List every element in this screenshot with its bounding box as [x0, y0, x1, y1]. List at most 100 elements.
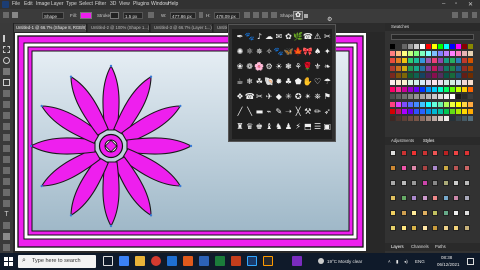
shape-option[interactable]: ✦: [322, 47, 332, 57]
color-swatch[interactable]: [426, 80, 431, 85]
eyedropper-tool-icon[interactable]: [3, 101, 10, 108]
color-swatch[interactable]: [414, 65, 419, 71]
color-swatch[interactable]: [408, 116, 413, 121]
style-preset[interactable]: [453, 165, 459, 171]
shape-option[interactable]: ❃: [284, 62, 294, 72]
color-swatch[interactable]: [468, 51, 473, 57]
color-swatch[interactable]: [414, 94, 419, 100]
shape-option[interactable]: ⬟: [293, 77, 303, 87]
color-swatch[interactable]: [390, 108, 395, 114]
color-swatch[interactable]: [456, 58, 461, 64]
share-icon[interactable]: [472, 12, 477, 18]
color-swatch[interactable]: [414, 108, 419, 114]
style-preset[interactable]: [432, 180, 438, 186]
shape-option[interactable]: ☘: [254, 77, 264, 87]
shape-option[interactable]: ☕: [235, 77, 245, 87]
color-swatch[interactable]: [444, 94, 449, 100]
color-swatch[interactable]: [396, 101, 401, 107]
shape-option[interactable]: 🐾: [274, 47, 284, 57]
color-swatch[interactable]: [450, 65, 455, 71]
color-swatch[interactable]: [396, 44, 401, 49]
shape-option[interactable]: ╲: [245, 107, 255, 117]
shape-option[interactable]: ⬒: [303, 122, 313, 132]
volume-icon[interactable]: ◂): [404, 259, 408, 265]
color-swatch[interactable]: [462, 108, 467, 114]
weather-text[interactable]: 19°C Mostly clear: [327, 259, 362, 264]
healing-brush-tool-icon[interactable]: [3, 112, 10, 119]
color-swatch[interactable]: [432, 116, 437, 121]
color-swatch[interactable]: [408, 87, 413, 93]
style-preset[interactable]: [400, 150, 407, 156]
color-swatch[interactable]: [456, 65, 461, 71]
color-swatch[interactable]: [450, 80, 455, 85]
color-swatch[interactable]: [468, 101, 473, 107]
history-brush-tool-icon[interactable]: [3, 145, 10, 152]
color-swatch[interactable]: [450, 116, 455, 121]
fill-swatch[interactable]: [80, 12, 92, 19]
move-tool-icon[interactable]: [3, 35, 12, 42]
color-swatch[interactable]: [432, 44, 437, 49]
tab-styles[interactable]: Styles: [423, 138, 434, 143]
tab-untitled-1[interactable]: Untitled-1 @ 66.7% (Shape 8, RGB/8) *: [13, 24, 87, 32]
maximize-icon[interactable]: ▫: [455, 1, 457, 7]
color-swatch[interactable]: [450, 87, 455, 93]
shape-option[interactable]: ✏: [313, 107, 323, 117]
color-swatch[interactable]: [408, 58, 413, 64]
color-swatch[interactable]: [390, 51, 395, 57]
style-preset[interactable]: [463, 195, 470, 201]
lasso-tool-icon[interactable]: [3, 57, 10, 64]
menu-view[interactable]: View: [119, 1, 130, 7]
shape-option[interactable]: ▬: [254, 107, 264, 117]
style-preset[interactable]: [453, 150, 459, 156]
tab-untitled-4[interactable]: Untitled-4 @ 66.7%: [214, 24, 228, 32]
color-swatch[interactable]: [468, 58, 473, 64]
color-swatch[interactable]: [402, 116, 407, 121]
shape-preview[interactable]: ✿: [293, 11, 303, 20]
style-preset[interactable]: [442, 195, 449, 201]
color-swatch[interactable]: [456, 51, 461, 57]
style-preset[interactable]: [442, 180, 449, 186]
shape-option[interactable]: 🌸: [254, 62, 264, 72]
shape-dropdown-icon[interactable]: [304, 14, 308, 18]
color-swatch[interactable]: [402, 51, 407, 57]
color-swatch[interactable]: [438, 80, 443, 85]
style-preset[interactable]: [390, 195, 396, 201]
style-preset[interactable]: [442, 210, 449, 216]
shape-option[interactable]: ☎: [245, 92, 255, 102]
shape-option[interactable]: ♪: [254, 32, 264, 42]
shape-option[interactable]: ☀: [274, 62, 284, 72]
shape-option[interactable]: ╱: [235, 107, 245, 117]
color-swatch[interactable]: [462, 58, 467, 64]
color-swatch[interactable]: [456, 72, 461, 78]
color-swatch[interactable]: [390, 80, 395, 85]
shape-option[interactable]: ✳: [284, 92, 294, 102]
color-swatch[interactable]: [414, 101, 419, 107]
color-swatch[interactable]: [420, 80, 425, 85]
color-swatch[interactable]: [456, 108, 461, 114]
quick-select-tool-icon[interactable]: [3, 68, 10, 75]
type-tool-icon[interactable]: T: [3, 211, 10, 218]
color-swatch[interactable]: [420, 72, 425, 78]
color-swatch[interactable]: [426, 58, 431, 64]
notifications-icon[interactable]: [467, 258, 474, 265]
shape-option[interactable]: ❧: [322, 62, 332, 72]
workspace-icon[interactable]: [462, 12, 468, 18]
color-swatch[interactable]: [438, 116, 443, 121]
shape-option[interactable]: ✵: [254, 47, 264, 57]
color-swatch[interactable]: [402, 80, 407, 85]
style-preset[interactable]: [400, 180, 407, 186]
color-swatch[interactable]: [468, 80, 473, 85]
color-swatch[interactable]: [438, 72, 443, 78]
shape-option[interactable]: ♝: [264, 122, 274, 132]
color-swatch[interactable]: [408, 80, 413, 85]
shape-option[interactable]: ☁: [264, 32, 274, 42]
color-swatch[interactable]: [426, 65, 431, 71]
color-swatch[interactable]: [450, 51, 455, 57]
color-swatch[interactable]: [408, 94, 413, 100]
color-swatch[interactable]: [444, 116, 449, 121]
color-swatch[interactable]: [402, 94, 407, 100]
shape-option[interactable]: ♚: [254, 122, 264, 132]
color-swatch[interactable]: [456, 116, 461, 121]
shape-option[interactable]: ➝: [284, 107, 294, 117]
shape-option[interactable]: ♞: [274, 122, 284, 132]
